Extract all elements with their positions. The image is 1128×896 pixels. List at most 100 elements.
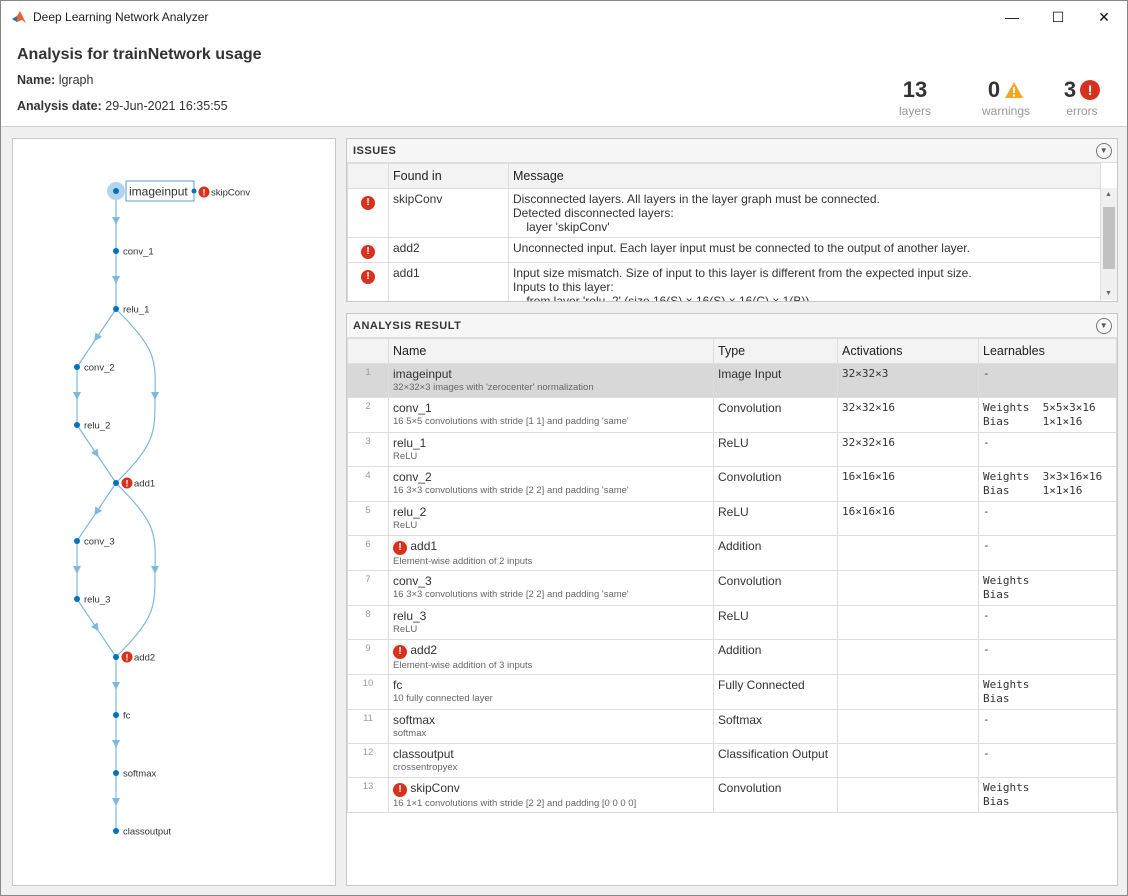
error-icon: ! [361,196,375,210]
layer-type: Convolution [713,466,838,502]
network-graph-panel[interactable]: imageinput! skipConv conv_1 relu_1 conv_2rel… [12,138,336,886]
maximize-button[interactable]: ☐ [1035,1,1081,33]
graph-node-label[interactable]: add2 [134,653,155,664]
page-title: Analysis for trainNetwork usage [17,46,262,63]
edge-arrow-icon [112,276,120,284]
layer-learnables: - [978,501,1117,536]
title-bar: Deep Learning Network Analyzer — ☐ ✕ [1,1,1127,33]
scroll-up-icon[interactable]: ▲ [1105,191,1112,198]
activations-header[interactable]: Activations [837,338,979,364]
message-header[interactable]: Message [508,163,1101,189]
layer-learnables: - [978,639,1117,675]
scroll-down-icon[interactable]: ▼ [1105,290,1112,297]
graph-node [74,364,80,370]
graph-node-label[interactable]: conv_2 [84,363,115,374]
layer-row[interactable]: 11 softmax softmax Softmax - [347,709,1117,744]
name-header[interactable]: Name [388,338,714,364]
layer-row[interactable]: 13 ! skipConv 16 1×1 convolutions with st… [347,777,1117,813]
issue-row[interactable]: ! skipConv Disconnected layers. All layers… [347,188,1101,238]
edge-arrow-icon [151,566,159,574]
graph-node-label[interactable]: skipConv [211,188,250,199]
layer-row[interactable]: 8 relu_3 ReLU ReLU - [347,605,1117,640]
graph-node-label[interactable]: relu_1 [123,305,149,316]
layer-type: ReLU [713,501,838,536]
row-number-header [347,338,389,364]
graph-node-label[interactable]: conv_3 [84,537,115,548]
name-value: lgraph [58,73,94,87]
layer-learnables: Weights 5×5×3×16 Bias 1×1×16 [978,397,1117,433]
layer-description: Element-wise addition of 3 inputs [393,660,533,671]
error-icon: ! [361,270,375,284]
collapse-analysis-button[interactable]: ▼ [1096,318,1112,334]
window-title: Deep Learning Network Analyzer [33,10,209,24]
graph-node-label[interactable]: relu_2 [84,421,110,432]
layer-description: crossentropyex [393,762,458,773]
layer-row[interactable]: 7 conv_3 16 3×3 convolutions with stride … [347,570,1117,606]
graph-node-label[interactable]: softmax [123,769,157,780]
layer-activations [837,743,979,778]
issue-row[interactable]: ! add2 Unconnected input. Each layer input… [347,237,1101,263]
layer-row[interactable]: 6 ! add1 Element-wise addition of 2 input… [347,535,1117,571]
layer-learnables: - [978,432,1117,467]
layer-learnables: Weights Bias [978,570,1117,606]
analysis-table: Name Type Activations Learnables 1 image… [347,338,1117,813]
layer-row[interactable]: 2 conv_1 16 5×5 convolutions with stride … [347,397,1117,433]
type-header[interactable]: Type [713,338,838,364]
issue-found-in: add1 [388,262,509,301]
layer-row[interactable]: 12 classoutput crossentropyex Classificat… [347,743,1117,778]
minimize-button[interactable]: — [989,1,1035,33]
graph-node-label[interactable]: fc [123,711,131,722]
network-graph[interactable]: imageinput! skipConv conv_1 relu_1 conv_2rel… [13,139,335,885]
layer-activations: 32×32×16 [837,397,979,433]
graph-node-label[interactable]: add1 [134,479,155,490]
issues-scrollbar[interactable]: ▲ ▼ [1101,188,1117,300]
row-number: 13 [347,777,389,813]
layer-description: 16 3×3 convolutions with stride [2 2] an… [393,485,629,496]
error-icon: ! [393,645,407,659]
warnings-label: warnings [981,104,1031,118]
layer-row[interactable]: 3 relu_1 ReLU ReLU 32×32×16 - [347,432,1117,467]
layer-row[interactable]: 9 ! add2 Element-wise addition of 3 input… [347,639,1117,675]
layer-activations [837,605,979,640]
graph-node-label[interactable]: imageinput [129,185,188,199]
issue-row[interactable]: ! add1 Input size mismatch. Size of input … [347,262,1101,301]
layer-row[interactable]: 1 imageinput 32×32×3 images with 'zerocen… [347,363,1117,398]
graph-node [113,770,119,776]
warnings-count: 0 [987,77,1001,102]
layer-row[interactable]: 5 relu_2 ReLU ReLU 16×16×16 - [347,501,1117,536]
layer-row[interactable]: 4 conv_2 16 3×3 convolutions with stride … [347,466,1117,502]
issue-message-line: Unconnected input. Each layer input must… [513,241,970,255]
graph-node-label[interactable]: relu_3 [84,595,110,606]
layers-stat: 13 layers [893,77,937,118]
layer-description: Element-wise addition of 2 inputs [393,556,533,567]
graph-node [113,712,119,718]
graph-node [74,596,80,602]
layer-activations: 32×32×16 [837,432,979,467]
layer-name: relu_2 [393,505,427,519]
row-number: 8 [347,605,389,640]
graph-node-label[interactable]: conv_1 [123,247,154,258]
issues-title: ISSUES [353,145,397,157]
layer-name: fc [393,678,403,692]
found-in-header[interactable]: Found in [388,163,509,189]
learnables-header[interactable]: Learnables [978,338,1117,364]
row-number: 9 [347,639,389,675]
graph-node-label[interactable]: classoutput [123,827,171,838]
issue-message-line: Disconnected layers. All layers in the l… [513,192,880,206]
layer-name: imageinput [393,367,452,381]
error-icon-glyph: ! [126,653,129,663]
edge-arrow-icon [94,332,103,342]
edge-arrow-icon [112,217,120,225]
layers-label: layers [898,104,931,118]
skip-edge [115,308,156,484]
graph-node [74,422,80,428]
scroll-thumb[interactable] [1103,207,1115,269]
layer-row[interactable]: 10 fc 10 fully connected layer Fully Conn… [347,674,1117,710]
row-number: 12 [347,743,389,778]
issue-message-line: Input size mismatch. Size of input to th… [513,266,972,280]
close-button[interactable]: ✕ [1081,1,1127,33]
layer-description: softmax [393,728,427,739]
collapse-issues-button[interactable]: ▼ [1096,143,1112,159]
layer-learnables: Weights 3×3×16×16 Bias 1×1×16 [978,466,1117,502]
layer-activations: 16×16×16 [837,501,979,536]
